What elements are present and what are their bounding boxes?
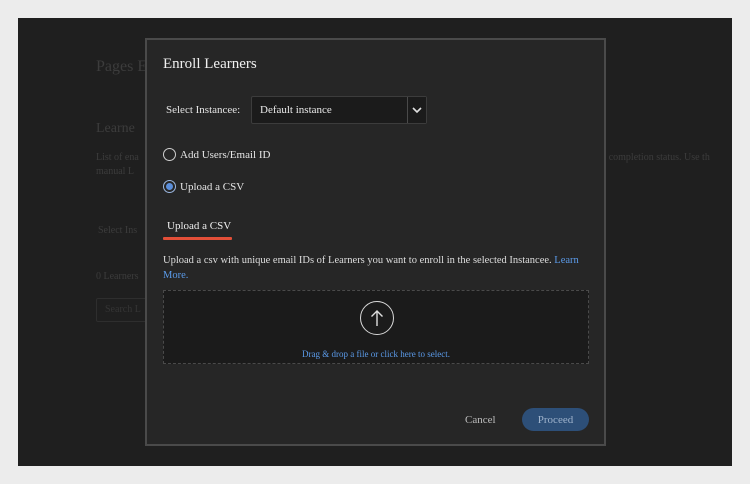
instance-select-value: Default instance: [260, 104, 332, 116]
proceed-button[interactable]: Proceed: [522, 408, 589, 431]
background-description-right: the completion status. Use th: [594, 152, 710, 163]
active-tab-indicator: [163, 237, 232, 240]
add-users-radio[interactable]: [163, 148, 176, 161]
dialog-title: Enroll Learners: [163, 56, 257, 72]
background-learner-count: 0 Learners: [96, 271, 139, 282]
background-search-placeholder: Search L: [105, 304, 141, 315]
instance-label: Select Instancee:: [166, 104, 241, 116]
dropzone-instruction[interactable]: Drag & drop a file or click here to sele…: [164, 349, 588, 359]
background-description-line1: List of ena: [96, 152, 139, 163]
upload-button[interactable]: [360, 301, 394, 335]
file-dropzone[interactable]: Drag & drop a file or click here to sele…: [163, 290, 589, 364]
add-users-option[interactable]: Add Users/Email ID: [163, 148, 270, 161]
upload-csv-option[interactable]: Upload a CSV: [163, 180, 244, 193]
enroll-learners-dialog: Enroll Learners Select Instancee: Defaul…: [145, 38, 606, 446]
background-select-label: Select Ins: [98, 225, 138, 236]
background-description-line2: manual L: [96, 166, 135, 177]
upload-description-text: Upload a csv with unique email IDs of Le…: [163, 255, 552, 266]
chevron-down-icon: [412, 107, 422, 114]
background-page-title: Pages E: [96, 58, 148, 75]
add-users-label: Add Users/Email ID: [180, 148, 271, 161]
instance-dropdown-toggle[interactable]: [407, 97, 426, 123]
upload-csv-radio[interactable]: [163, 180, 176, 193]
cancel-button[interactable]: Cancel: [465, 414, 496, 426]
upload-csv-label: Upload a CSV: [180, 180, 245, 193]
proceed-button-label: Proceed: [537, 413, 574, 426]
tab-upload-csv[interactable]: Upload a CSV: [167, 220, 231, 232]
instance-select[interactable]: Default instance: [251, 96, 427, 124]
upload-arrow-icon: [371, 310, 383, 326]
upload-description: Upload a csv with unique email IDs of Le…: [163, 253, 583, 283]
background-section-title: Learne: [96, 121, 135, 136]
